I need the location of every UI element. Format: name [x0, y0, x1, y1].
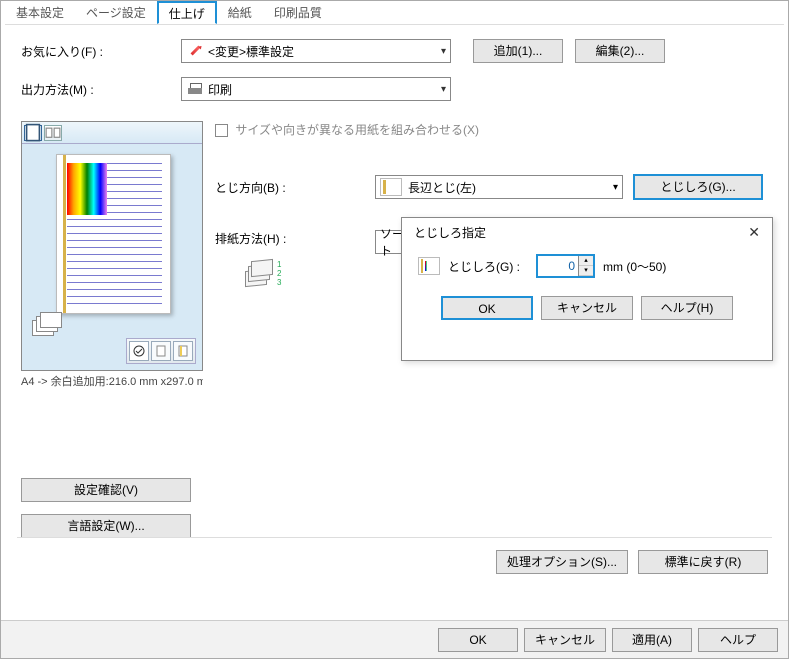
preview-toggle-blank[interactable] — [151, 341, 171, 361]
gutter-field-icon — [418, 257, 440, 275]
spin-down-icon[interactable]: ▾ — [579, 266, 593, 276]
restore-defaults-button[interactable]: 標準に戻す(R) — [638, 550, 768, 574]
preview-panel — [21, 121, 203, 371]
separator — [17, 537, 772, 538]
dialog-cancel-button[interactable]: キャンセル — [541, 296, 633, 320]
favorite-value: <変更>標準設定 — [208, 43, 294, 60]
preview-toggle-check[interactable] — [129, 341, 149, 361]
mix-sizes-label: サイズや向きが異なる用紙を組み合わせる(X) — [235, 123, 479, 137]
pencil-icon — [188, 43, 204, 59]
preview-toggle-margin[interactable] — [173, 341, 193, 361]
gutter-field-label: とじしろ(G) : — [448, 258, 536, 275]
dialog-help-button[interactable]: ヘルプ(H) — [641, 296, 733, 320]
favorite-add-button[interactable]: 追加(1)... — [473, 39, 563, 63]
preview-mode-portrait[interactable] — [24, 125, 42, 141]
gutter-unit: mm (0～50) — [603, 258, 666, 275]
apply-button[interactable]: 適用(A) — [612, 628, 692, 652]
gutter-dialog-title: とじしろ指定 — [414, 224, 486, 241]
gutter-input[interactable] — [538, 256, 578, 276]
dialog-footer: OK キャンセル 適用(A) ヘルプ — [1, 620, 788, 658]
chevron-down-icon: ▾ — [441, 84, 446, 95]
gutter-dialog: とじしろ指定 ✕ とじしろ(G) : ▴ ▾ mm (0～50) — [401, 217, 773, 361]
tab-bar: 基本設定 ページ設定 仕上げ 給紙 印刷品質 — [1, 1, 333, 25]
binding-label: とじ方向(B) : — [215, 179, 375, 196]
output-method-label: 排紙方法(H) : — [215, 230, 375, 247]
chevron-down-icon: ▾ — [613, 182, 618, 193]
output-label: 出力方法(M) : — [21, 81, 181, 98]
favorite-label: お気に入り(F) : — [21, 43, 181, 60]
printer-icon — [188, 83, 202, 95]
chevron-down-icon: ▾ — [441, 46, 446, 57]
favorite-edit-button[interactable]: 編集(2)... — [575, 39, 665, 63]
output-combo[interactable]: 印刷 ▾ — [181, 77, 451, 101]
tab-basic[interactable]: 基本設定 — [5, 1, 75, 24]
ok-button[interactable]: OK — [438, 628, 518, 652]
spin-up-icon[interactable]: ▴ — [579, 256, 593, 266]
mix-sizes-checkbox[interactable] — [215, 124, 228, 137]
stack-icon — [32, 312, 62, 342]
binding-combo[interactable]: 長辺とじ(左) ▾ — [375, 175, 623, 199]
favorite-combo[interactable]: <変更>標準設定 ▾ — [181, 39, 451, 63]
binding-icon — [380, 178, 402, 196]
tab-paper[interactable]: 給紙 — [217, 1, 263, 24]
preview-page — [56, 154, 171, 314]
tab-finishing[interactable]: 仕上げ — [157, 1, 217, 24]
language-settings-button[interactable]: 言語設定(W)... — [21, 514, 191, 538]
preview-mode-spread[interactable] — [44, 125, 62, 141]
gutter-spinner[interactable]: ▴ ▾ — [536, 254, 595, 278]
preview-caption: A4 -> 余白追加用:216.0 mm x297.0 m — [21, 373, 203, 389]
output-value: 印刷 — [208, 81, 232, 98]
cancel-button[interactable]: キャンセル — [524, 628, 606, 652]
collate-icon: 123 — [245, 260, 275, 288]
help-button[interactable]: ヘルプ — [698, 628, 778, 652]
settings-confirm-button[interactable]: 設定確認(V) — [21, 478, 191, 502]
gutter-button[interactable]: とじしろ(G)... — [633, 174, 763, 200]
close-icon[interactable]: ✕ — [744, 222, 764, 243]
tab-page[interactable]: ページ設定 — [75, 1, 157, 24]
preview-toggle-group — [126, 338, 196, 364]
tab-quality[interactable]: 印刷品質 — [263, 1, 333, 24]
binding-value: 長辺とじ(左) — [408, 179, 476, 196]
processing-options-button[interactable]: 処理オプション(S)... — [496, 550, 628, 574]
dialog-ok-button[interactable]: OK — [441, 296, 533, 320]
